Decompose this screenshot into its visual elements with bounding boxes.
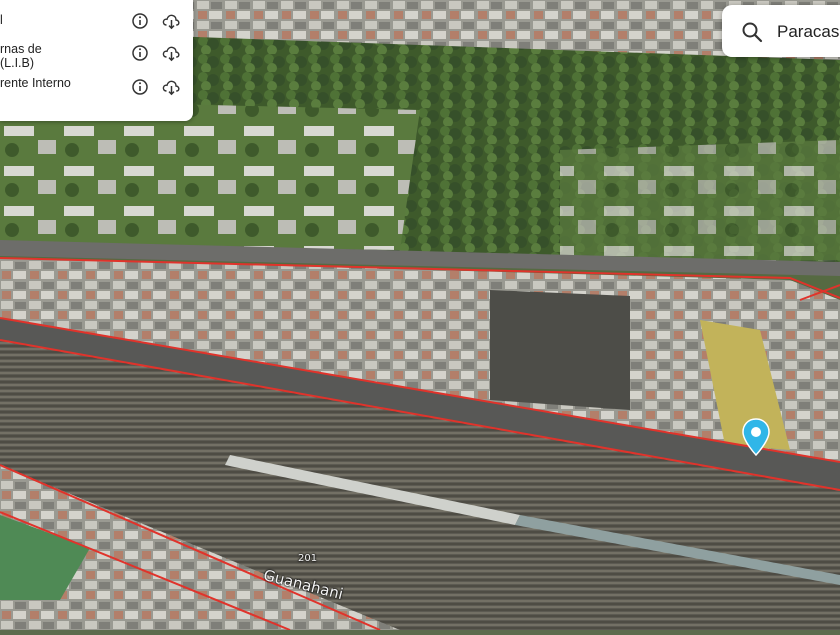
cloud-download-icon[interactable] bbox=[162, 78, 180, 96]
cloud-download-icon[interactable] bbox=[162, 12, 180, 30]
search-icon[interactable] bbox=[741, 21, 763, 43]
info-icon[interactable] bbox=[131, 12, 149, 30]
layer-item[interactable]: l bbox=[0, 10, 193, 32]
search-input[interactable]: Paracas bbox=[777, 22, 839, 42]
search-box[interactable]: Paracas bbox=[722, 5, 840, 57]
layer-label: rnas de (L.I.B) bbox=[0, 42, 42, 70]
layer-item[interactable]: rente Interno bbox=[0, 76, 193, 98]
layer-label: l bbox=[0, 13, 3, 27]
layers-panel: l rnas de (L.I.B) rente Interno bbox=[0, 0, 193, 121]
route-number-label: 201 bbox=[298, 553, 318, 564]
location-pin-icon[interactable] bbox=[742, 418, 770, 456]
layer-label: rente Interno bbox=[0, 76, 71, 90]
info-icon[interactable] bbox=[131, 44, 149, 62]
layer-item[interactable]: rnas de (L.I.B) bbox=[0, 40, 193, 72]
info-icon[interactable] bbox=[131, 78, 149, 96]
cloud-download-icon[interactable] bbox=[162, 44, 180, 62]
